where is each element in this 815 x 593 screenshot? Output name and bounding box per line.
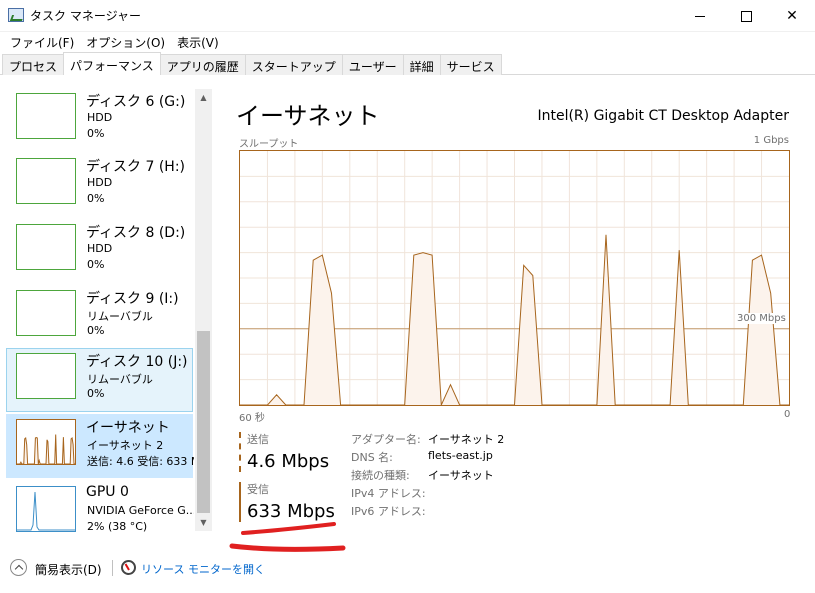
time-zero-label: 0: [784, 409, 791, 420]
sidebar-item-disk-10[interactable]: ディスク 10 (J:) リムーバブル 0%: [6, 348, 193, 412]
scroll-down-arrow-icon[interactable]: ▼: [195, 514, 212, 531]
detail-connection-type-value: イーサネット: [428, 469, 494, 482]
menu-file[interactable]: ファイル(F): [4, 32, 80, 52]
open-resource-monitor-link[interactable]: リソース モニターを開く: [141, 561, 265, 577]
footer-bar: 簡易表示(D) リソース モニターを開く: [0, 553, 815, 583]
sidebar-item-gpu-usage: 2% (38 °C): [87, 520, 148, 533]
collapse-chevron-icon[interactable]: [10, 559, 27, 576]
window-title: タスク マネージャー: [30, 9, 141, 23]
scroll-thumb[interactable]: [197, 331, 210, 513]
receive-label: 受信: [247, 483, 269, 496]
time-span-label: 60 秒: [239, 413, 265, 424]
tab-services[interactable]: サービス: [439, 54, 502, 75]
maximize-button[interactable]: [723, 0, 769, 32]
menu-bar: ファイル(F) オプション(O) 表示(V): [0, 32, 815, 52]
task-manager-icon: [8, 8, 24, 22]
throughput-label: スループット: [239, 139, 299, 150]
sidebar-item-disk-6[interactable]: ディスク 6 (G:) HDD 0%: [6, 88, 193, 152]
disk-7-thumbnail: [16, 158, 76, 204]
detail-adapter-value: イーサネット 2: [428, 433, 505, 446]
sidebar-item-usage: 0%: [87, 192, 105, 205]
send-legend-line: [239, 432, 241, 472]
receive-legend-line: [239, 482, 241, 522]
sidebar-item-disk-8[interactable]: ディスク 8 (D:) HDD 0%: [6, 219, 193, 283]
sidebar-item-gpu[interactable]: GPU 0 NVIDIA GeForce G... 2% (38 °C): [6, 481, 194, 536]
simple-view-button[interactable]: 簡易表示(D): [35, 561, 102, 578]
tab-startup[interactable]: スタートアップ: [244, 54, 343, 75]
throughput-chart-svg: [240, 151, 789, 406]
tab-details[interactable]: 詳細: [402, 54, 441, 75]
detail-dns-label: DNS 名:: [351, 451, 393, 464]
sidebar-item-usage: 0%: [87, 258, 105, 271]
tab-processes[interactable]: プロセス: [2, 54, 65, 75]
sidebar-item-usage: 0%: [87, 127, 105, 140]
close-button[interactable]: ✕: [769, 0, 815, 32]
tab-performance[interactable]: パフォーマンス: [63, 52, 161, 75]
title-bar: タスク マネージャー ✕: [0, 0, 815, 32]
tab-app-history[interactable]: アプリの履歴: [159, 54, 246, 75]
adapter-name: Intel(R) Gigabit CT Desktop Adapter: [537, 108, 789, 124]
resource-list: ディスク 6 (G:) HDD 0% ディスク 7 (H:) HDD 0% ディ…: [0, 86, 213, 536]
disk-10-thumbnail: [16, 353, 76, 399]
gpu-thumbnail: [16, 486, 76, 532]
sidebar-item-title: ディスク 7 (H:): [86, 159, 185, 175]
tab-bar: プロセス パフォーマンス アプリの履歴 スタートアップ ユーザー 詳細 サービス: [0, 52, 815, 75]
sidebar-item-title: GPU 0: [86, 484, 129, 500]
ethernet-mini-graph: [17, 434, 75, 464]
sidebar-item-type: HDD: [87, 242, 113, 255]
scroll-up-arrow-icon[interactable]: ▲: [195, 89, 212, 106]
sidebar-item-title: ディスク 9 (I:): [86, 291, 179, 307]
sidebar-scrollbar[interactable]: ▲ ▼: [195, 89, 212, 531]
detail-ipv6-label: IPv6 アドレス:: [351, 505, 426, 518]
throughput-chart: [239, 150, 790, 406]
ethernet-thumbnail: [16, 419, 76, 465]
detail-ipv4-label: IPv4 アドレス:: [351, 487, 426, 500]
minimize-button[interactable]: [677, 0, 723, 32]
sidebar-item-disk-9[interactable]: ディスク 9 (I:) リムーバブル 0%: [6, 285, 193, 349]
send-value: 4.6 Mbps: [247, 451, 330, 472]
sidebar-item-disk-7[interactable]: ディスク 7 (H:) HDD 0%: [6, 153, 193, 217]
sidebar-item-type: HDD: [87, 176, 113, 189]
detail-connection-type-label: 接続の種類:: [351, 469, 410, 482]
menu-options[interactable]: オプション(O): [80, 32, 171, 52]
reference-line-label: 300 Mbps: [736, 313, 787, 324]
sidebar-item-usage: 0%: [87, 387, 105, 400]
sidebar-item-type: HDD: [87, 111, 113, 124]
sidebar-item-type: リムーバブル: [87, 373, 153, 386]
disk-6-thumbnail: [16, 93, 76, 139]
sidebar-item-type: リムーバブル: [87, 310, 153, 323]
sidebar-item-usage: 0%: [87, 324, 105, 337]
sidebar-item-throughput: 送信: 4.6 受信: 633 M: [87, 455, 194, 468]
footer-separator: [112, 560, 113, 576]
max-scale-label: 1 Gbps: [753, 135, 789, 146]
gpu-mini-graph: [17, 491, 75, 531]
sidebar-item-title: ディスク 10 (J:): [86, 354, 188, 370]
sidebar-item-gpu-model: NVIDIA GeForce G...: [87, 504, 194, 517]
sidebar-item-title: ディスク 8 (D:): [86, 225, 186, 241]
menu-view[interactable]: 表示(V): [171, 32, 225, 52]
sidebar-item-title: イーサネット: [86, 420, 170, 436]
detail-adapter-label: アダプター名:: [351, 433, 421, 446]
send-label: 送信: [247, 433, 269, 446]
detail-dns-value: flets-east.jp: [428, 449, 493, 462]
resource-monitor-icon: [121, 560, 136, 575]
sidebar-item-title: ディスク 6 (G:): [86, 94, 186, 110]
disk-8-thumbnail: [16, 224, 76, 270]
tab-users[interactable]: ユーザー: [341, 54, 404, 75]
disk-9-thumbnail: [16, 290, 76, 336]
sidebar-item-ethernet[interactable]: イーサネット イーサネット 2 送信: 4.6 受信: 633 M: [6, 414, 194, 478]
page-title: イーサネット: [236, 102, 380, 130]
sidebar-item-adapter: イーサネット 2: [87, 439, 164, 452]
receive-value: 633 Mbps: [247, 501, 335, 522]
